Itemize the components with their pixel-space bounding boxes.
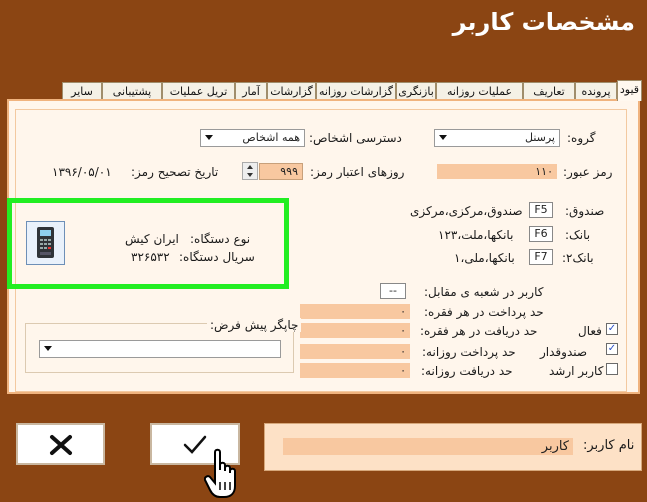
cashbox-value: صندوق،مرکزی،مرکزی <box>410 204 523 218</box>
recv-per-item-label: حد دریافت در هر فقره: <box>420 324 538 338</box>
cancel-button[interactable] <box>16 423 105 465</box>
bank2-value: بانکها،ملی،۱ <box>454 251 515 265</box>
senior-user-label: کاربر ارشد <box>549 364 604 378</box>
recv-daily-label: حد دریافت روزانه: <box>421 364 513 378</box>
password-validity-field[interactable]: ۹۹۹ <box>259 163 303 180</box>
title-band <box>0 40 647 60</box>
tab-restrictions[interactable]: قیود <box>617 80 642 101</box>
tab-file[interactable]: پرونده <box>575 82 617 100</box>
recv-per-item-field[interactable]: ۰ <box>300 323 410 338</box>
bank2-lookup-button[interactable]: F7 <box>529 249 553 265</box>
recv-daily-field[interactable]: ۰ <box>300 363 410 378</box>
pay-per-item-label: حد پرداخت در هر فقره: <box>424 305 544 319</box>
bank-value: بانکها،ملت،۱۲۳ <box>438 228 514 242</box>
device-serial-value: ۳۲۶۵۳۲ <box>131 250 170 264</box>
cashbox-label: صندوق: <box>565 204 605 218</box>
tab-daily-operations[interactable]: عملیات روزانه <box>436 82 523 100</box>
active-checkbox[interactable]: ✓ <box>606 323 618 335</box>
active-label: فعال <box>578 324 602 338</box>
access-value: همه اشخاص <box>242 131 300 144</box>
username-field[interactable]: کاربر <box>283 438 573 455</box>
password-validity-label: روزهای اعتبار رمز: <box>310 165 405 179</box>
spin-up-icon <box>247 165 253 169</box>
access-select[interactable]: همه اشخاص <box>200 129 305 147</box>
cashier-checkbox[interactable]: ✓ <box>606 343 618 355</box>
username-label: نام کاربر: <box>583 438 635 453</box>
password-label: رمز عبور: <box>563 165 613 179</box>
device-type-label: نوع دستگاه: <box>190 232 251 246</box>
device-serial-label: سریال دستگاه: <box>179 250 255 264</box>
close-icon <box>49 435 72 455</box>
cashier-label: صندوقدار <box>540 345 588 359</box>
tab-definitions[interactable]: تعاریف <box>523 82 575 100</box>
pay-per-item-field[interactable]: ۰ <box>300 304 410 319</box>
bank-lookup-button[interactable]: F6 <box>529 226 553 242</box>
pay-daily-label: حد پرداخت روزانه: <box>422 345 516 359</box>
printer-select[interactable] <box>39 340 281 358</box>
dropdown-arrow-icon <box>439 135 447 140</box>
tab-reports[interactable]: گزارشات <box>267 82 316 100</box>
pos-terminal-icon[interactable] <box>26 221 65 265</box>
password-field[interactable]: ۱۱۰ <box>437 164 557 179</box>
senior-user-checkbox[interactable] <box>606 363 618 375</box>
device-type-value: ایران کیش <box>125 232 179 246</box>
password-date-label: تاریخ تصحیح رمز: <box>131 165 219 179</box>
validity-spinner[interactable] <box>242 162 258 180</box>
spin-down-icon <box>247 173 253 177</box>
tab-review[interactable]: بازنگری <box>396 82 436 100</box>
dropdown-arrow-icon <box>205 135 213 140</box>
bank-label: بانک: <box>565 228 591 242</box>
group-label: گروه: <box>567 131 596 145</box>
tab-other[interactable]: سایر <box>62 82 102 100</box>
branch-user-button[interactable]: -- <box>380 283 406 299</box>
bank2-label: بانک۲: <box>562 251 594 265</box>
group-select[interactable]: پرسنل <box>434 129 560 147</box>
hand-cursor-icon <box>203 448 240 500</box>
branch-user-label: کاربر در شعبه ی مقابل: <box>424 285 544 299</box>
tab-statistics[interactable]: آمار <box>235 82 267 100</box>
tab-daily-reports[interactable]: گزارشات روزانه <box>316 82 396 100</box>
printer-label: چاپگر پیش فرض: <box>207 318 302 332</box>
group-value: پرسنل <box>525 131 555 144</box>
dropdown-arrow-icon <box>44 346 52 351</box>
tab-support[interactable]: پشتیبانی <box>102 82 162 100</box>
password-date-value: ۱۳۹۶/۰۵/۰۱ <box>52 165 112 179</box>
window-title: مشخصات کاربر <box>452 8 635 36</box>
pay-daily-field[interactable]: ۰ <box>300 344 410 359</box>
tab-operations-trail[interactable]: تریل عملیات <box>162 82 235 100</box>
cashbox-lookup-button[interactable]: F5 <box>529 202 553 218</box>
access-label: دسترسی اشخاص: <box>309 131 402 145</box>
